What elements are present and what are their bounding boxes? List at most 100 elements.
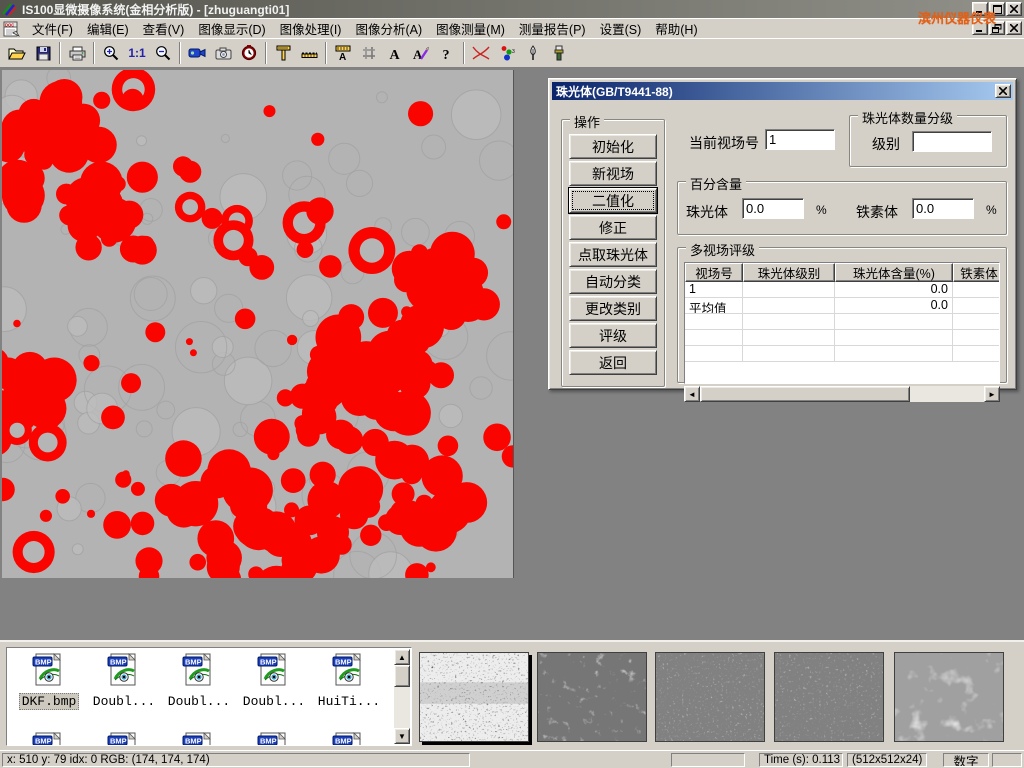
- text-annotation-button[interactable]: A: [382, 41, 408, 66]
- ferrite-percent-sign: %: [986, 203, 997, 217]
- change-class-button[interactable]: 更改类别: [569, 296, 657, 321]
- snapshot-button[interactable]: [210, 41, 236, 66]
- file-item[interactable]: BMP Doubl...: [88, 653, 160, 710]
- pen-button[interactable]: [520, 41, 546, 66]
- scroll-left-button[interactable]: ◄: [684, 386, 700, 402]
- file-item[interactable]: BMP HuiTi...: [313, 653, 385, 710]
- bmp-file-icon: BMP: [182, 732, 216, 746]
- thumbnail-3[interactable]: [655, 652, 765, 742]
- col-ferrite[interactable]: 铁素体: [953, 263, 1000, 282]
- zoom-out-button[interactable]: [150, 41, 176, 66]
- menu-image-display[interactable]: 图像显示(D): [191, 20, 272, 38]
- close-icon: [1010, 24, 1018, 32]
- actual-size-button[interactable]: 1:1: [124, 41, 150, 66]
- file-item[interactable]: BMP: [13, 732, 85, 746]
- clock-icon: [241, 45, 257, 61]
- grade-level-input[interactable]: [912, 131, 992, 152]
- caliper-button[interactable]: [270, 41, 296, 66]
- file-item[interactable]: BMP: [163, 732, 235, 746]
- file-item[interactable]: BMP Doubl...: [238, 653, 310, 710]
- svg-text:BMP: BMP: [110, 658, 127, 667]
- table-row[interactable]: 1 0.0: [685, 282, 999, 298]
- scroll-up-button[interactable]: ▲: [394, 649, 410, 665]
- thumbnail-2[interactable]: [537, 652, 647, 742]
- dialog-title-text: 珠光体(GB/T9441-88): [556, 83, 673, 100]
- file-item[interactable]: BMP: [238, 732, 310, 746]
- table-row[interactable]: 平均值 0.0: [685, 298, 999, 314]
- measure-text-button[interactable]: A: [330, 41, 356, 66]
- return-button[interactable]: 返回: [569, 350, 657, 375]
- close-button[interactable]: [1006, 2, 1022, 16]
- binarize-button[interactable]: 二值化: [569, 188, 657, 213]
- print-button[interactable]: [64, 41, 90, 66]
- new-field-button[interactable]: 新视场: [569, 161, 657, 186]
- multi-field-group-label: 多视场评级: [686, 240, 759, 259]
- toolbar-separator: [325, 42, 327, 64]
- ferrite-input[interactable]: [912, 198, 974, 219]
- bmp-file-icon: BMP: [257, 653, 291, 687]
- menu-settings[interactable]: 设置(S): [593, 20, 649, 38]
- svg-text:?: ?: [443, 48, 450, 61]
- col-pearlite-content[interactable]: 珠光体含量(%): [835, 263, 953, 282]
- thumbnail-5[interactable]: [894, 652, 1004, 742]
- timer-button[interactable]: [236, 41, 262, 66]
- current-field-input[interactable]: [765, 129, 835, 150]
- actual-size-icon: 1:1: [128, 46, 145, 60]
- video-capture-button[interactable]: [184, 41, 210, 66]
- file-list-scrollbar[interactable]: ▲ ▼: [394, 649, 410, 744]
- menu-view[interactable]: 查看(V): [136, 20, 192, 38]
- edit-annotation-button[interactable]: A: [408, 41, 434, 66]
- scroll-down-button[interactable]: ▼: [394, 728, 410, 744]
- pick-pearlite-button[interactable]: 点取珠光体: [569, 242, 657, 267]
- file-list[interactable]: BMP DKF.bmp BMP Doubl... BMP Doubl... BM…: [6, 647, 412, 746]
- pearlite-input[interactable]: [742, 198, 804, 219]
- svg-text:BMP: BMP: [260, 658, 277, 667]
- menu-help[interactable]: 帮助(H): [648, 20, 704, 38]
- toolbar-separator: [463, 42, 465, 64]
- pearlite-dialog: 珠光体(GB/T9441-88) 操作 初始化 新视场 二值化 修正 点取珠光体…: [548, 78, 1017, 390]
- multi-field-table[interactable]: 视场号 珠光体级别 珠光体含量(%) 铁素体 1 0.0 平均值 0.0: [684, 262, 1000, 384]
- operation-group: 操作 初始化 新视场 二值化 修正 点取珠光体 自动分类 更改类别 评级 返回: [561, 119, 665, 387]
- auto-classify-button[interactable]: 自动分类: [569, 269, 657, 294]
- edit-text-icon: A: [413, 46, 430, 61]
- close-icon: [999, 87, 1007, 95]
- file-item[interactable]: BMP DKF.bmp: [13, 653, 85, 710]
- dialog-close-button[interactable]: [995, 84, 1011, 98]
- zoom-in-button[interactable]: [98, 41, 124, 66]
- save-button[interactable]: [30, 41, 56, 66]
- micrograph-image[interactable]: [2, 70, 514, 578]
- mdi-close-button[interactable]: [1006, 21, 1022, 35]
- classify-particles-button[interactable]: 3: [494, 41, 520, 66]
- menu-edit[interactable]: 编辑(E): [80, 20, 136, 38]
- brush-button[interactable]: [546, 41, 572, 66]
- scrollbar-thumb[interactable]: [394, 665, 410, 687]
- table-horizontal-scrollbar[interactable]: ◄ ►: [684, 386, 1000, 402]
- bmp-file-icon: BMP: [107, 732, 141, 746]
- file-item[interactable]: BMP: [313, 732, 385, 746]
- menu-image-measure[interactable]: 图像测量(M): [429, 20, 512, 38]
- thumbnail-1[interactable]: [419, 652, 529, 742]
- file-item[interactable]: BMP Doubl...: [163, 653, 235, 710]
- cell-content: 0.0: [835, 298, 953, 313]
- scrollbar-thumb[interactable]: [700, 386, 910, 402]
- col-field-number[interactable]: 视场号: [685, 263, 743, 282]
- dialog-title-bar[interactable]: 珠光体(GB/T9441-88): [552, 82, 1013, 100]
- help-button[interactable]: ?: [434, 41, 460, 66]
- scroll-right-button[interactable]: ►: [984, 386, 1000, 402]
- menu-file[interactable]: 文件(F): [25, 20, 80, 38]
- file-item[interactable]: BMP: [88, 732, 160, 746]
- menu-image-analysis[interactable]: 图像分析(A): [348, 20, 429, 38]
- menu-bar: DOC 文件(F) 编辑(E) 查看(V) 图像显示(D) 图像处理(I) 图像…: [0, 18, 1024, 38]
- status-image-size: (512x512x24): [847, 753, 927, 767]
- thumbnail-4[interactable]: [774, 652, 884, 742]
- grid-button[interactable]: [356, 41, 382, 66]
- col-pearlite-grade[interactable]: 珠光体级别: [743, 263, 835, 282]
- open-button[interactable]: [4, 41, 30, 66]
- init-button[interactable]: 初始化: [569, 134, 657, 159]
- correct-button[interactable]: 修正: [569, 215, 657, 240]
- ruler-button[interactable]: [296, 41, 322, 66]
- menu-report[interactable]: 测量报告(P): [512, 20, 593, 38]
- curve-button[interactable]: [468, 41, 494, 66]
- menu-image-processing[interactable]: 图像处理(I): [273, 20, 349, 38]
- grade-button[interactable]: 评级: [569, 323, 657, 348]
